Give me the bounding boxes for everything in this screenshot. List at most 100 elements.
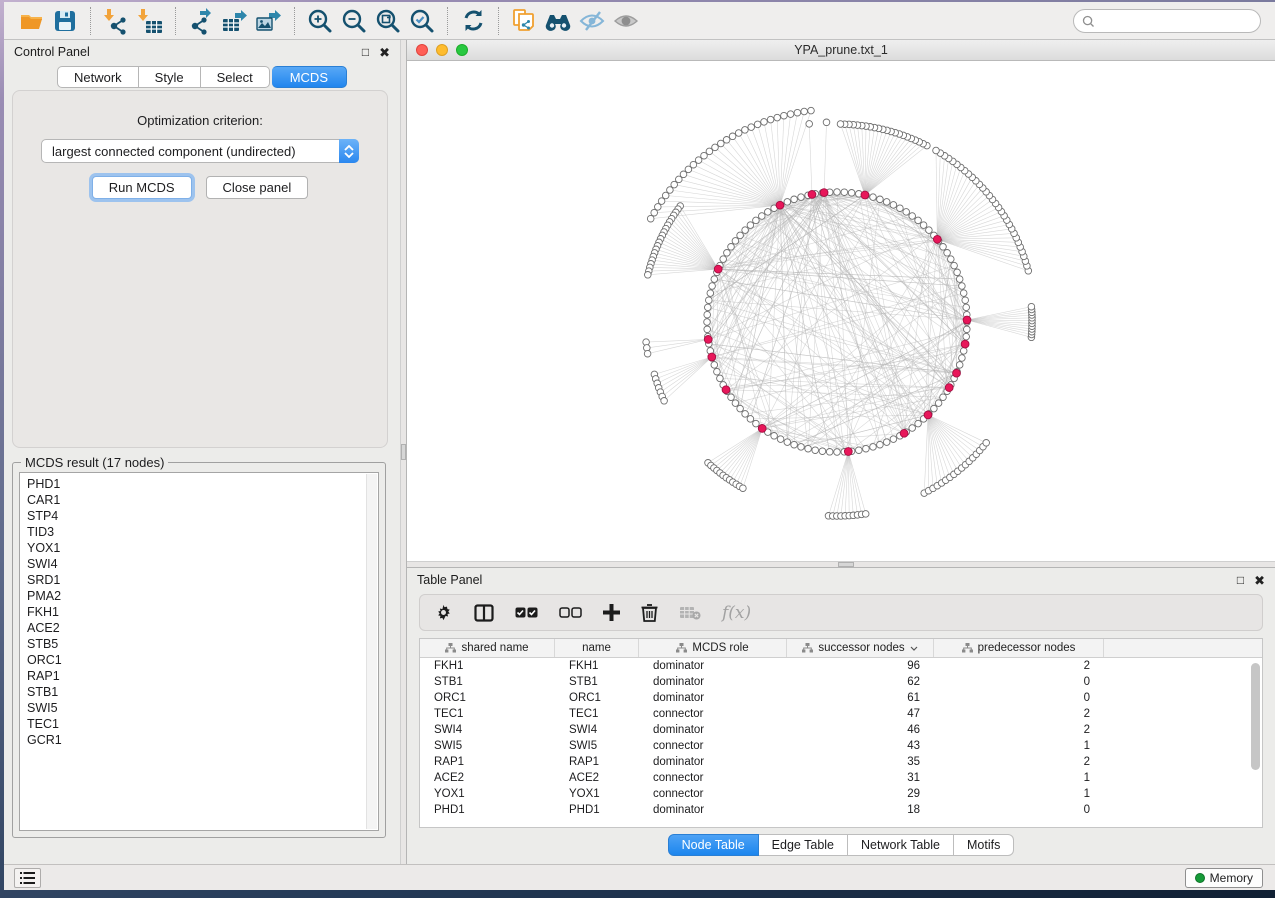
table-cell[interactable]: YOX1: [420, 788, 555, 800]
network-node[interactable]: [909, 425, 916, 432]
network-node[interactable]: [915, 420, 922, 427]
network-node[interactable]: [740, 485, 747, 492]
table-cell[interactable]: connector: [639, 740, 787, 752]
mcds-result-item[interactable]: TID3: [27, 524, 378, 540]
export-table-icon[interactable]: [218, 5, 252, 37]
search-input[interactable]: [1100, 14, 1260, 28]
table-cell[interactable]: 31: [787, 772, 934, 784]
table-cell[interactable]: connector: [639, 788, 787, 800]
table-cell[interactable]: 43: [787, 740, 934, 752]
deselect-all-icon[interactable]: [559, 607, 582, 618]
network-node[interactable]: [933, 147, 940, 154]
table-cell[interactable]: ORC1: [420, 692, 555, 704]
network-node[interactable]: [709, 283, 716, 290]
criterion-dropdown[interactable]: largest connected component (undirected): [41, 139, 359, 163]
dominator-node[interactable]: [861, 191, 869, 199]
export-network-icon[interactable]: [184, 5, 218, 37]
column-header-predecessor-nodes[interactable]: predecessor nodes: [934, 639, 1104, 657]
scrollbar-thumb[interactable]: [1251, 663, 1260, 770]
network-node[interactable]: [834, 189, 841, 196]
mcds-result-item[interactable]: STB1: [27, 684, 378, 700]
network-node[interactable]: [794, 109, 801, 116]
network-node[interactable]: [897, 205, 904, 212]
table-cell[interactable]: 18: [787, 804, 934, 816]
dominator-node[interactable]: [820, 189, 828, 197]
table-row[interactable]: RAP1RAP1dominator352: [420, 754, 1262, 770]
export-image-icon[interactable]: [252, 5, 286, 37]
network-node[interactable]: [742, 411, 749, 418]
network-node[interactable]: [805, 445, 812, 452]
network-node[interactable]: [890, 436, 897, 443]
dominator-node[interactable]: [961, 340, 969, 348]
network-node[interactable]: [877, 441, 884, 448]
network-node[interactable]: [801, 108, 808, 115]
table-cell[interactable]: connector: [639, 708, 787, 720]
table-row[interactable]: PHD1PHD1dominator180: [420, 802, 1262, 818]
table-cell[interactable]: ORC1: [555, 692, 639, 704]
mcds-result-item[interactable]: TEC1: [27, 716, 378, 732]
network-node[interactable]: [983, 440, 990, 447]
network-node[interactable]: [771, 433, 778, 440]
network-node[interactable]: [948, 256, 955, 263]
network-graph[interactable]: [407, 61, 1275, 543]
delete-column-icon[interactable]: [641, 603, 658, 622]
network-node[interactable]: [806, 121, 813, 128]
table-cell[interactable]: dominator: [639, 804, 787, 816]
copy-style-icon[interactable]: [507, 5, 541, 37]
mcds-result-item[interactable]: ACE2: [27, 620, 378, 636]
mcds-result-item[interactable]: SWI4: [27, 556, 378, 572]
network-node[interactable]: [753, 217, 760, 224]
table-cell[interactable]: TEC1: [555, 708, 639, 720]
dominator-node[interactable]: [933, 235, 941, 243]
tab-network[interactable]: Network: [57, 66, 139, 88]
vertical-splitter[interactable]: [400, 40, 407, 864]
mcds-result-item[interactable]: PHD1: [27, 476, 378, 492]
network-node[interactable]: [870, 194, 877, 201]
column-header-shared-name[interactable]: shared name: [420, 639, 555, 657]
import-network-icon[interactable]: [99, 5, 133, 37]
network-node[interactable]: [732, 238, 739, 245]
select-all-icon[interactable]: [515, 607, 538, 618]
table-row[interactable]: YOX1YOX1connector291: [420, 786, 1262, 802]
tab-select[interactable]: Select: [201, 66, 270, 88]
mcds-result-list[interactable]: PHD1CAR1STP4TID3YOX1SWI4SRD1PMA2FKH1ACE2…: [19, 472, 379, 831]
network-node[interactable]: [931, 405, 938, 412]
table-cell[interactable]: PHD1: [555, 804, 639, 816]
float-panel-icon[interactable]: □: [362, 46, 369, 58]
table-cell[interactable]: dominator: [639, 692, 787, 704]
network-node[interactable]: [718, 140, 725, 147]
network-node[interactable]: [761, 119, 768, 126]
network-node[interactable]: [645, 272, 652, 279]
network-node[interactable]: [826, 449, 833, 456]
table-cell[interactable]: 2: [934, 708, 1104, 720]
tab-node-table[interactable]: Node Table: [668, 834, 759, 856]
table-cell[interactable]: dominator: [639, 724, 787, 736]
network-node[interactable]: [704, 319, 711, 326]
dominator-node[interactable]: [963, 316, 971, 324]
network-node[interactable]: [962, 297, 969, 304]
table-cell[interactable]: FKH1: [555, 660, 639, 672]
network-node[interactable]: [915, 217, 922, 224]
mcds-result-item[interactable]: YOX1: [27, 540, 378, 556]
network-node[interactable]: [935, 400, 942, 407]
table-cell[interactable]: dominator: [639, 676, 787, 688]
network-node[interactable]: [920, 222, 927, 229]
network-node[interactable]: [877, 196, 884, 203]
table-row[interactable]: ACE2ACE2connector311: [420, 770, 1262, 786]
tab-network-table[interactable]: Network Table: [848, 834, 954, 856]
network-node[interactable]: [661, 398, 668, 405]
network-node[interactable]: [883, 439, 890, 446]
mcds-result-item[interactable]: GCR1: [27, 732, 378, 748]
network-node[interactable]: [717, 375, 724, 382]
network-node[interactable]: [903, 209, 910, 216]
close-panel-icon[interactable]: ✖: [379, 46, 390, 59]
table-cell[interactable]: 1: [934, 740, 1104, 752]
mcds-result-item[interactable]: ORC1: [27, 652, 378, 668]
network-node[interactable]: [841, 189, 848, 196]
zoom-fit-icon[interactable]: [371, 5, 405, 37]
network-node[interactable]: [728, 244, 735, 251]
table-cell[interactable]: 35: [787, 756, 934, 768]
dominator-node[interactable]: [924, 411, 932, 419]
network-node[interactable]: [747, 416, 754, 423]
run-mcds-button[interactable]: Run MCDS: [92, 176, 192, 199]
